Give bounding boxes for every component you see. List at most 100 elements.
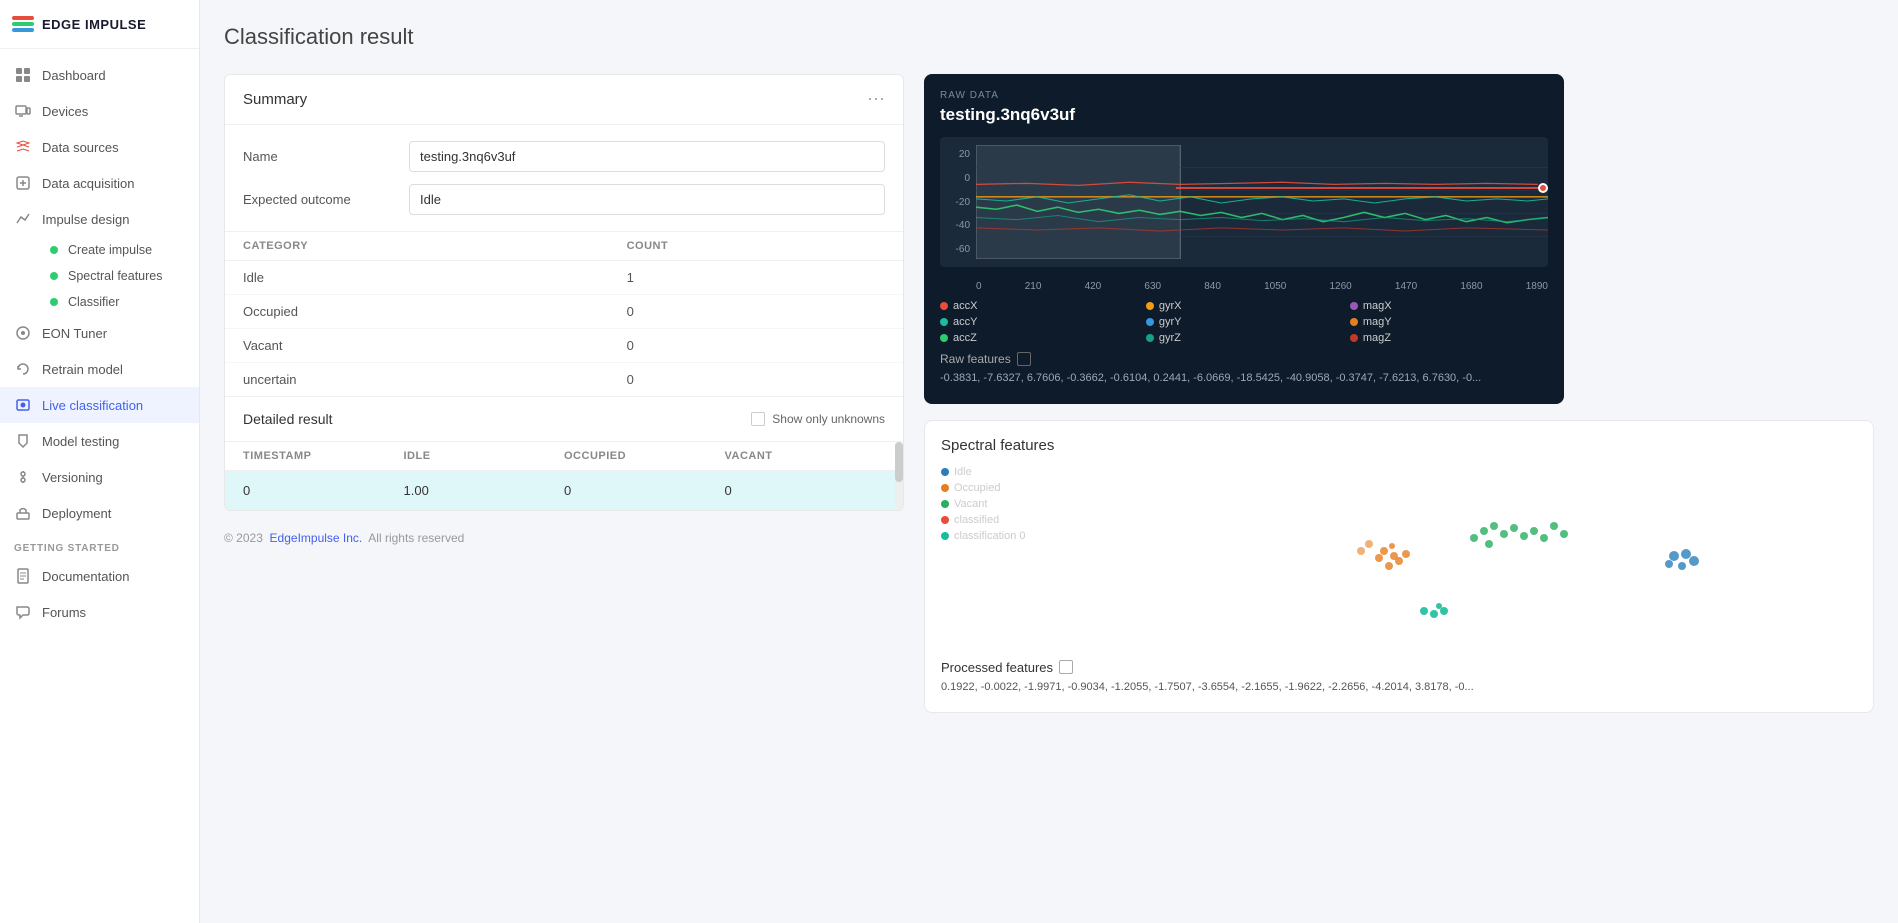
raw-data-title: testing.3nq6v3uf (940, 105, 1548, 125)
result-timestamp: 0 (243, 483, 404, 498)
name-input[interactable] (409, 141, 885, 172)
legend-label-idle: Idle (954, 466, 972, 478)
legend-label-classification0: classification 0 (954, 530, 1026, 542)
sidebar-item-data-acquisition[interactable]: Data acquisition (0, 165, 199, 201)
category-cell: Idle (225, 261, 609, 295)
name-row: Name (243, 141, 885, 172)
raw-features-label: Raw features (940, 352, 1548, 366)
legend-magY: magY (1350, 316, 1548, 328)
result-occupied: 0 (564, 483, 725, 498)
right-panels: RAW DATA testing.3nq6v3uf 20 0 -20 -40 -… (924, 74, 1874, 713)
result-col-timestamp: TIMESTAMP (243, 450, 404, 462)
summary-card: Summary ⋯ Name Expected outcome (224, 74, 904, 511)
spectral-legend: Idle Occupied Vacant classified (941, 466, 1061, 646)
sidebar-item-forums[interactable]: Forums (0, 594, 199, 630)
y-label-0: 0 (964, 173, 970, 184)
data-acquisition-icon (14, 174, 32, 192)
sidebar-item-deployment[interactable]: Deployment (0, 495, 199, 531)
sidebar-item-eon-tuner[interactable]: EON Tuner (0, 315, 199, 351)
legend-occupied: Occupied (941, 482, 1061, 494)
scrollbar-container (895, 442, 903, 510)
chart-legend: accX gyrX magX accY (940, 300, 1548, 344)
footer-link[interactable]: EdgeImpulse Inc. (270, 531, 363, 545)
spectral-scatter-area: Idle Occupied Vacant classified (941, 466, 1857, 646)
legend-dot-accX (940, 302, 948, 310)
model-testing-icon (14, 432, 32, 450)
brand-name: EDGE IMPULSE (42, 17, 146, 32)
classifier-dot (50, 298, 58, 306)
count-cell: 0 (609, 329, 903, 363)
legend-dot-classification0 (941, 532, 949, 540)
logo-bar-blue (12, 28, 34, 32)
sidebar-item-spectral-features[interactable]: Spectral features (42, 263, 199, 289)
sidebar-label-eon-tuner: EON Tuner (42, 326, 107, 341)
result-table-header: TIMESTAMP IDLE OCCUPIED VACANT (225, 442, 903, 471)
chart-marker-dot (1538, 183, 1548, 193)
copy-processed-button[interactable] (1059, 660, 1073, 674)
spectral-features-dot (50, 272, 58, 280)
name-label: Name (243, 149, 393, 164)
category-cell: uncertain (225, 363, 609, 397)
page-title: Classification result (224, 24, 1874, 50)
legend-label-magZ: magZ (1363, 332, 1391, 344)
summary-menu-button[interactable]: ⋯ (867, 89, 885, 110)
raw-chart-svg (976, 145, 1548, 259)
category-cell: Occupied (225, 295, 609, 329)
legend-vacant: Vacant (941, 498, 1061, 510)
legend-dot-gyrZ (1146, 334, 1154, 342)
sidebar-label-spectral-features: Spectral features (68, 269, 163, 283)
sidebar-item-model-testing[interactable]: Model testing (0, 423, 199, 459)
sidebar-item-classifier[interactable]: Classifier (42, 289, 199, 315)
legend-label-gyrY: gyrY (1159, 316, 1182, 328)
logo-bar-red (12, 16, 34, 20)
show-unknowns-checkbox[interactable] (751, 412, 765, 426)
legend-dot-gyrX (1146, 302, 1154, 310)
sidebar-item-documentation[interactable]: Documentation (0, 558, 199, 594)
legend-idle: Idle (941, 466, 1061, 478)
expected-outcome-label: Expected outcome (243, 192, 393, 207)
legend-dot-magY (1350, 318, 1358, 326)
live-class-icon (14, 396, 32, 414)
sidebar-item-impulse-design[interactable]: Impulse design (0, 201, 199, 237)
sidebar-item-devices[interactable]: Devices (0, 93, 199, 129)
legend-dot-magX (1350, 302, 1358, 310)
sidebar-item-versioning[interactable]: Versioning (0, 459, 199, 495)
expected-outcome-row: Expected outcome (243, 184, 885, 215)
legend-label-gyrX: gyrX (1159, 300, 1182, 312)
y-label-neg60: -60 (956, 244, 970, 255)
sidebar-item-create-impulse[interactable]: Create impulse (42, 237, 199, 263)
result-idle: 1.00 (404, 483, 565, 498)
forums-icon (14, 603, 32, 621)
legend-label-accZ: accZ (953, 332, 977, 344)
category-cell: Vacant (225, 329, 609, 363)
sidebar-label-versioning: Versioning (42, 470, 103, 485)
legend-accY: accY (940, 316, 1134, 328)
count-cell: 0 (609, 363, 903, 397)
result-col-vacant: VACANT (725, 450, 886, 462)
sidebar-item-live-classification[interactable]: Live classification (0, 387, 199, 423)
result-col-idle: IDLE (404, 450, 565, 462)
copy-raw-features-button[interactable] (1017, 352, 1031, 366)
show-unknowns-toggle[interactable]: Show only unknowns (751, 412, 885, 426)
sidebar: EDGE IMPULSE Dashboard (0, 0, 200, 923)
table-row: uncertain0 (225, 363, 903, 397)
sidebar-label-retrain-model: Retrain model (42, 362, 123, 377)
legend-label-classified: classified (954, 514, 999, 526)
detailed-result-title: Detailed result (243, 411, 333, 427)
legend-dot-gyrY (1146, 318, 1154, 326)
sidebar-label-deployment: Deployment (42, 506, 111, 521)
scatter-plot-container (1071, 466, 1857, 646)
legend-classification0: classification 0 (941, 530, 1061, 542)
result-vacant: 0 (725, 483, 886, 498)
sidebar-item-data-sources[interactable]: Data sources (0, 129, 199, 165)
devices-icon (14, 102, 32, 120)
logo-bar-green (12, 22, 34, 26)
expected-outcome-input[interactable] (409, 184, 885, 215)
sidebar-item-retrain-model[interactable]: Retrain model (0, 351, 199, 387)
footer-copyright: © 2023 (224, 531, 263, 545)
scatter-plot-svg (1071, 466, 1857, 646)
raw-chart-container: 20 0 -20 -40 -60 (940, 137, 1548, 267)
legend-dot-vacant (941, 500, 949, 508)
result-col-occupied: OCCUPIED (564, 450, 725, 462)
sidebar-item-dashboard[interactable]: Dashboard (0, 57, 199, 93)
